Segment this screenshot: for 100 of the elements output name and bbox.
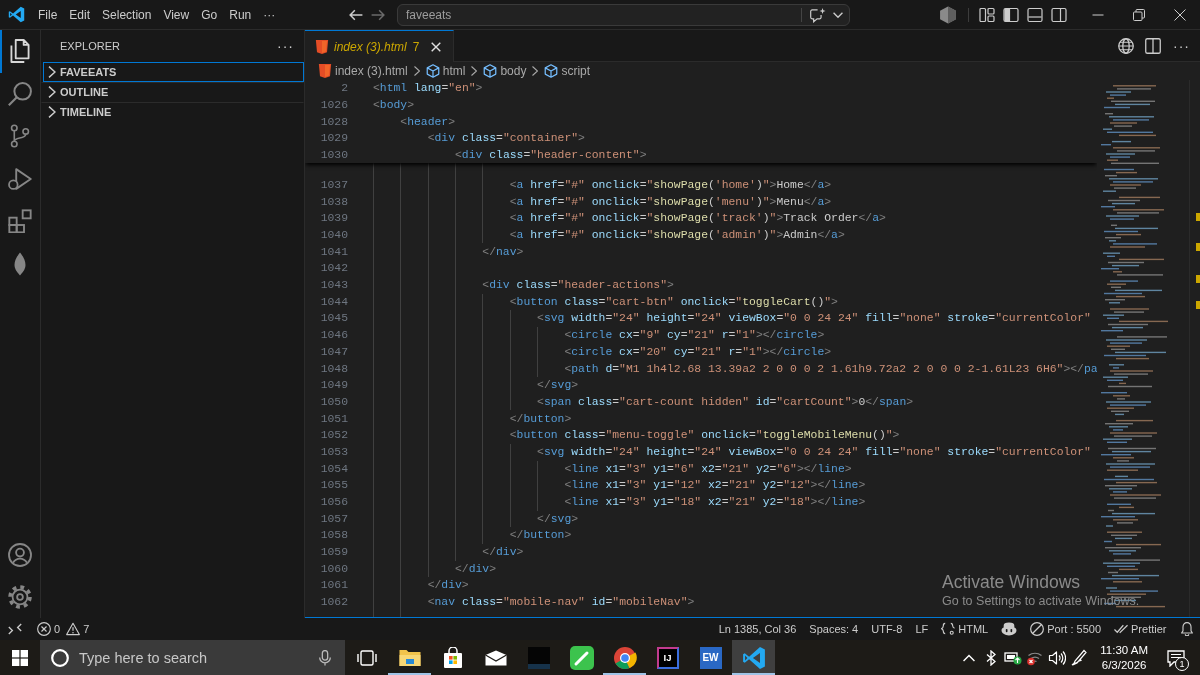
status-bar-item[interactable]: Spaces: 4	[802, 618, 865, 640]
code-line: <button class="cart-btn" onclick="toggleCart()">	[509, 294, 838, 309]
port-status-button[interactable]: Port : 5500	[1023, 618, 1108, 640]
line-number: 1042	[319, 262, 348, 275]
warning-icon	[66, 622, 81, 636]
bell-icon	[1179, 622, 1194, 636]
account-icon	[8, 543, 32, 567]
line-number: 1060	[319, 562, 348, 575]
menu-item[interactable]: ···	[257, 4, 282, 25]
menu-item[interactable]: Go	[195, 4, 224, 25]
split-editor-icon	[1145, 37, 1161, 54]
problems-button[interactable]: 0 7	[30, 618, 100, 640]
code-line: <div class="container">	[427, 131, 585, 146]
blocks-icon	[8, 209, 32, 234]
line-number: 1061	[319, 579, 348, 592]
line-number: 1041	[319, 245, 348, 258]
code-line: <a href="#" onclick="showPage('home')">Home</a>	[509, 177, 832, 192]
menu-item[interactable]: File	[32, 4, 64, 25]
code-editor-logo-icon	[741, 645, 766, 670]
command-center-field[interactable]: faveeats	[397, 3, 850, 26]
line-number: 1026	[319, 99, 348, 112]
code-line: <circle cx="9" cy="21" r="1"></circle>	[564, 328, 825, 343]
search-icon	[8, 81, 32, 106]
warning-marker-icon	[1196, 213, 1200, 221]
sidebar-title: EXPLORER	[60, 40, 120, 52]
sidebar-section-header[interactable]: TIMELINE	[41, 102, 304, 122]
line-number: 1058	[319, 529, 348, 542]
code-line: </div>	[482, 545, 524, 560]
code-line: <svg width="24" height="24" viewBox="0 0 24 24" fill="none" stroke="currentColor"	[537, 311, 1091, 326]
globe-icon	[1118, 37, 1134, 54]
chevron-icon	[48, 66, 56, 78]
taskbar-button[interactable]: IJ	[646, 640, 689, 675]
menu-item[interactable]: View	[157, 4, 196, 25]
browser-ball-icon	[612, 645, 637, 670]
language-mode-button[interactable]: HTML	[934, 618, 995, 640]
line-number: 1037	[319, 178, 348, 191]
status-bar-item[interactable]: Ln 1385, Col 36	[712, 618, 803, 640]
cube-icon	[483, 64, 498, 78]
app-logo-tile: IJ	[656, 646, 679, 669]
html-file-icon	[315, 39, 329, 54]
more-actions-button[interactable]: ···	[277, 38, 294, 54]
code-line: </button>	[509, 411, 572, 426]
notifications-button[interactable]: 1	[1156, 640, 1196, 675]
breadcrumb-item[interactable]: script	[544, 64, 591, 78]
code-line: <line x1="3" y1="12" x2="21" y2="12"></line>	[564, 478, 866, 493]
code-line: <line x1="3" y1="18" x2="21" y2="18"></line>	[564, 495, 866, 510]
line-number: 1048	[319, 362, 348, 375]
arrow-left-icon	[349, 7, 363, 22]
line-number: 2	[340, 82, 348, 95]
code-line: </svg>	[537, 378, 579, 393]
taskbar-button[interactable]	[732, 640, 775, 675]
line-number: 1043	[319, 279, 348, 292]
line-number: 1030	[319, 149, 348, 162]
line-number: 1044	[319, 295, 348, 308]
clock-date[interactable]: 6/3/2026	[1101, 657, 1147, 673]
chevron-right-icon	[532, 66, 539, 76]
code-line: <header>	[400, 114, 456, 129]
chevron-icon	[48, 86, 56, 98]
line-number: 1050	[319, 395, 348, 408]
status-bar-item[interactable]: UTF-8	[864, 618, 909, 640]
speaker-icon	[1048, 648, 1067, 667]
sidebar-section-header[interactable]: FAVEEATS	[43, 62, 304, 82]
chat-sparkle-icon	[810, 6, 826, 23]
clock-time[interactable]: 11:30 AM	[1100, 642, 1148, 658]
breadcrumb-item[interactable]: index (3).html	[318, 64, 408, 78]
cube-icon	[425, 64, 440, 78]
message-icon	[1167, 648, 1185, 667]
error-icon	[37, 622, 51, 636]
more-actions-button[interactable]: ···	[1169, 34, 1194, 57]
menu-item[interactable]: Selection	[96, 4, 158, 25]
line-number: 1028	[319, 115, 348, 128]
code-line: <path d="M1 1h4l2.68 13.39a2 2 0 0 0 2 1.61h9.72a2 2 0 0 0 2-1.61L23 6H6"></pa	[564, 361, 1097, 376]
editor-tab[interactable]: index (3).html 7	[305, 30, 455, 62]
robot-face-icon	[1001, 621, 1018, 637]
breadcrumb-item[interactable]: html	[425, 64, 466, 78]
code-line: <html lang="en">	[373, 81, 483, 96]
line-number: 1055	[319, 479, 348, 492]
braces-icon	[941, 622, 956, 636]
line-number: 1053	[319, 445, 348, 458]
menu-item[interactable]: Run	[223, 4, 258, 25]
warning-marker-icon	[1196, 301, 1200, 309]
windows-logo-icon	[12, 649, 28, 666]
line-number: 1051	[319, 412, 348, 425]
task-view-icon	[356, 647, 377, 668]
circle-slash-icon	[1030, 622, 1045, 636]
status-bar-item[interactable]: LF	[908, 618, 935, 640]
menu-item[interactable]: Edit	[63, 4, 97, 25]
line-number: 1059	[319, 546, 348, 559]
cube-icon	[544, 64, 559, 78]
search-field[interactable]: Type here to search	[40, 640, 345, 675]
app-logo-icon	[8, 6, 25, 23]
formatter-status-button[interactable]: Prettier	[1107, 618, 1173, 640]
sidebar-left-icon	[1003, 6, 1019, 23]
code-line: </div>	[455, 561, 497, 576]
notification-count-badge: 1	[1175, 657, 1189, 671]
taskbar-button[interactable]: EW	[689, 640, 732, 675]
sidebar-section-header[interactable]: OUTLINE	[41, 82, 304, 102]
code-line: </div>	[427, 578, 469, 593]
layout-grid-icon	[979, 6, 995, 23]
breadcrumb-item[interactable]: body	[483, 64, 527, 78]
